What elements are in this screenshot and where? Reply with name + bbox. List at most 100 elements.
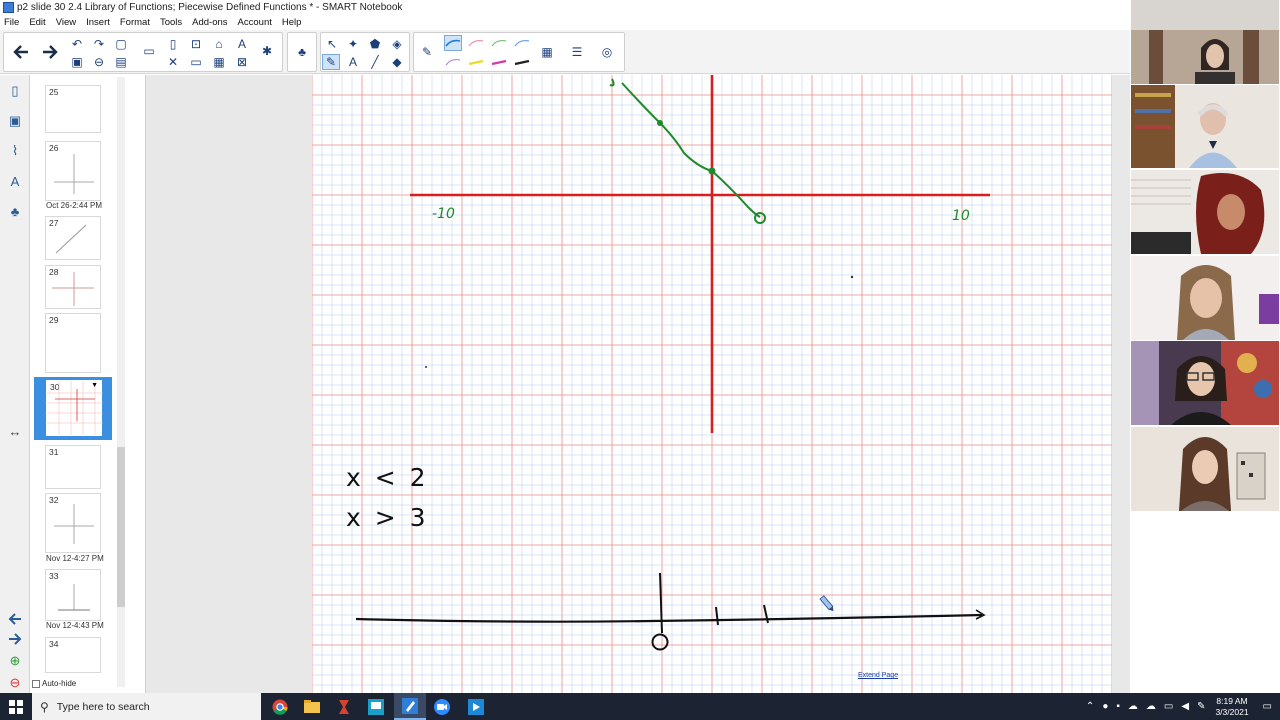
fill-icon[interactable]: ◈	[388, 36, 406, 52]
network-icon[interactable]: ▭	[1164, 701, 1173, 712]
page-sorter-icon[interactable]: ▯	[5, 81, 25, 101]
cloud-icon[interactable]: ☁	[1128, 701, 1138, 712]
new-page-icon[interactable]: ▢	[112, 36, 130, 52]
media-app-icon[interactable]	[460, 693, 492, 720]
pen-preset-magenta-icon[interactable]	[490, 54, 508, 70]
sorter-scrollbar[interactable]	[117, 77, 125, 687]
page-thumbnail-25[interactable]: 25	[45, 85, 101, 133]
gallery-icon[interactable]: ▣	[5, 111, 25, 131]
page-thumbnail-30[interactable]: 30 ▼	[46, 380, 103, 436]
magic-pen-icon[interactable]: ✦	[344, 36, 362, 52]
camera-icon[interactable]: ▪	[1116, 701, 1120, 712]
notification-icon[interactable]: ▭	[1263, 701, 1272, 712]
menu-help[interactable]: Help	[282, 17, 302, 28]
chrome-icon[interactable]	[264, 693, 296, 720]
thumbnail-menu-icon[interactable]: ▼	[91, 382, 98, 389]
smart-notebook-icon[interactable]	[394, 693, 426, 720]
menu-add-ons[interactable]: Add-ons	[192, 17, 227, 28]
page-thumbnail-27[interactable]: 27	[45, 216, 101, 260]
text-size-icon[interactable]: A	[233, 36, 251, 52]
delete-page-side-icon[interactable]: ⊖	[5, 673, 25, 693]
eraser-icon[interactable]: ◆	[388, 54, 406, 70]
page-thumbnail-33[interactable]: 33	[45, 569, 101, 621]
auto-hide-checkbox[interactable]	[32, 679, 40, 688]
sorter-scroll-thumb[interactable]	[117, 447, 125, 607]
page-thumbnail-34[interactable]: 34	[45, 637, 101, 673]
screen-shade-icon[interactable]: ▭	[140, 43, 158, 59]
zoom-icon[interactable]	[426, 693, 458, 720]
menu-account[interactable]: Account	[238, 17, 272, 28]
color-palette-icon[interactable]: ▦	[538, 44, 556, 60]
back-arrow-icon[interactable]	[8, 39, 34, 65]
screenshot-icon[interactable]: ⊡	[187, 36, 205, 52]
red-app-icon[interactable]	[328, 693, 360, 720]
line-style-icon[interactable]: ☰	[568, 44, 586, 60]
menu-format[interactable]: Format	[120, 17, 150, 28]
windows-start-icon[interactable]	[0, 693, 32, 720]
menu-tools[interactable]: Tools	[160, 17, 182, 28]
page-thumbnail-29[interactable]: 29	[45, 313, 101, 373]
settings-icon[interactable]: ✱	[258, 43, 276, 59]
page-thumbnail-26[interactable]: 26	[45, 141, 101, 201]
effects-icon[interactable]: ◎	[598, 44, 616, 60]
file-explorer-icon[interactable]	[296, 693, 328, 720]
page-thumbnail-28[interactable]: 28	[45, 265, 101, 309]
previous-page-icon[interactable]	[5, 609, 25, 629]
paste-icon[interactable]: ▯	[164, 36, 182, 52]
cloud-sync-icon[interactable]: ☁	[1146, 701, 1156, 712]
add-ons-icon[interactable]: ♣	[293, 44, 311, 60]
display-icon[interactable]: ▭	[187, 54, 205, 70]
next-page-icon[interactable]	[5, 629, 25, 649]
fullscreen-icon[interactable]: ⊠	[233, 54, 251, 70]
microphone-icon[interactable]: ●	[1102, 701, 1108, 712]
extend-page-link[interactable]: Extend Page	[858, 672, 898, 679]
pen-preset-purple-icon[interactable]	[444, 54, 462, 70]
save-icon[interactable]: ▤	[112, 54, 130, 70]
pen-icon[interactable]: ✎	[322, 54, 340, 70]
taskbar-search-box[interactable]: ⚲ Type here to search	[32, 693, 261, 720]
pen-preset-yellow-icon[interactable]	[467, 54, 485, 70]
volume-icon[interactable]: ◀	[1181, 701, 1189, 712]
menu-edit[interactable]: Edit	[29, 17, 45, 28]
line-icon[interactable]: ╱	[366, 54, 384, 70]
forward-arrow-icon[interactable]	[37, 39, 63, 65]
video-tile-6[interactable]	[1131, 427, 1279, 511]
taskbar-clock[interactable]: 8:19 AM 3/3/2021	[1215, 696, 1248, 718]
teal-app-icon[interactable]	[360, 693, 392, 720]
resize-arrows-icon[interactable]: ↔	[5, 421, 25, 441]
video-tile-2[interactable]	[1131, 85, 1279, 168]
add-ons-tab-icon[interactable]: ♣	[5, 201, 25, 221]
pen-tray-icon[interactable]: ✎	[1197, 701, 1205, 712]
pen-preset-blue-icon[interactable]	[444, 35, 462, 51]
table-icon[interactable]: ▦	[210, 54, 228, 70]
video-tile-5[interactable]	[1131, 341, 1279, 425]
page-thumbnail-31[interactable]: 31	[45, 445, 101, 489]
video-tile-3[interactable]	[1131, 170, 1279, 254]
capture-icon[interactable]: ⌂	[210, 36, 228, 52]
video-tile-1[interactable]	[1131, 0, 1279, 84]
pen-preset-pink-icon[interactable]	[467, 35, 485, 51]
pen-preset-black-icon[interactable]	[513, 54, 531, 70]
shapes-icon[interactable]: ⬟	[366, 36, 384, 52]
menu-file[interactable]: File	[4, 17, 19, 28]
delete-page-icon[interactable]: ⊖	[90, 54, 108, 70]
pen-preset-green-icon[interactable]	[490, 35, 508, 51]
notebook-page[interactable]: -10 10 x < 2 x > 3 Extend Page	[312, 75, 1112, 693]
attachments-icon[interactable]: ⌇	[5, 141, 25, 161]
text-icon[interactable]: A	[344, 54, 362, 70]
menu-view[interactable]: View	[56, 17, 76, 28]
undo-icon[interactable]: ↶	[68, 36, 86, 52]
page-thumbnail-32[interactable]: 32	[45, 493, 101, 553]
auto-hide-toggle[interactable]: Auto-hide	[32, 679, 76, 688]
redo-icon[interactable]: ↷	[90, 36, 108, 52]
chevron-up-icon[interactable]: ⌃	[1086, 701, 1094, 712]
select-icon[interactable]: ↖	[323, 36, 341, 52]
windows-taskbar: ⚲ Type here to search ⌃ ● ▪ ☁ ☁ ▭ ◀ ✎ 8:…	[0, 693, 1280, 720]
menu-insert[interactable]: Insert	[86, 17, 110, 28]
pen-type-icon[interactable]: ✎	[418, 44, 436, 60]
pen-preset-lightblue-icon[interactable]	[513, 35, 531, 51]
video-tile-4[interactable]	[1131, 256, 1279, 340]
open-icon[interactable]: ▣	[68, 54, 86, 70]
properties-icon[interactable]: A	[5, 171, 25, 191]
add-page-icon[interactable]: ⊕	[5, 651, 25, 671]
